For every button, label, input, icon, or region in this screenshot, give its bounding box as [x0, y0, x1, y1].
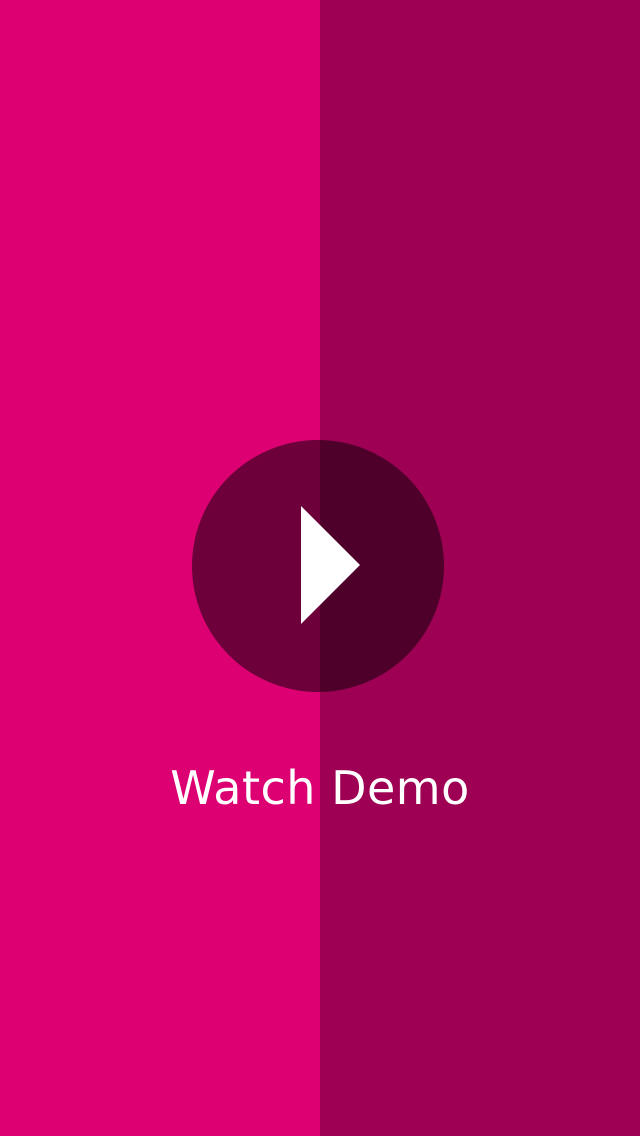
play-icon	[192, 440, 444, 692]
demo-screen: Watch Demo	[0, 0, 640, 1136]
play-button[interactable]	[192, 440, 444, 692]
watch-demo-label[interactable]: Watch Demo	[0, 758, 640, 818]
